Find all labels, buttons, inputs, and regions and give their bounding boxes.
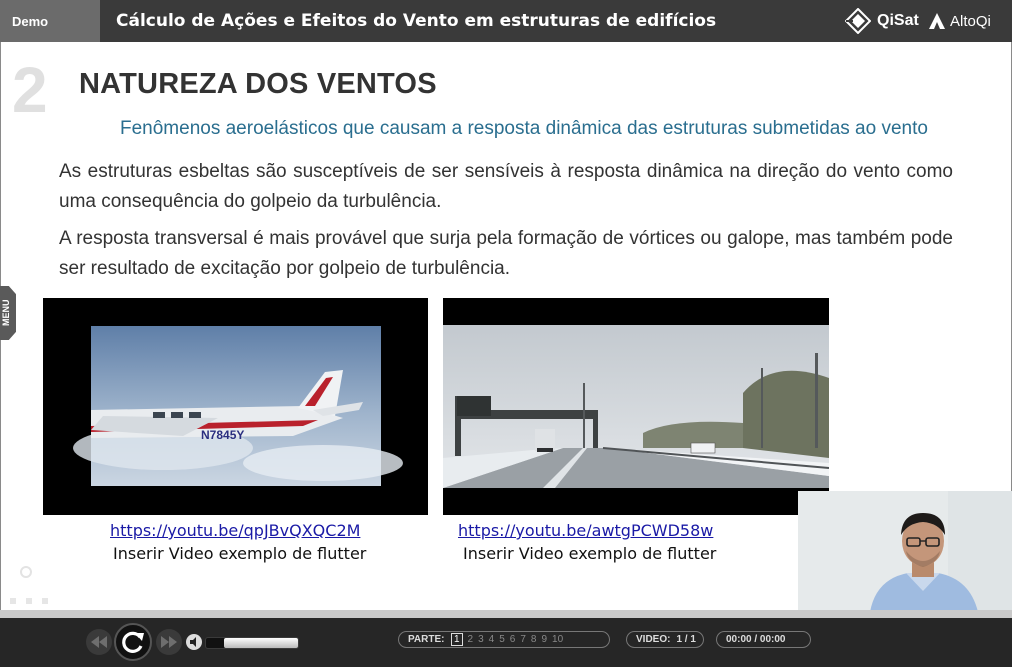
paragraph-2: A resposta transversal é mais provável q…: [59, 228, 953, 279]
qisat-logo: QiSat: [845, 8, 919, 34]
fast-forward-icon: [161, 636, 177, 648]
video-counter-value: 1 / 1: [676, 634, 696, 645]
video-thumbnail-highway[interactable]: [443, 298, 829, 515]
part-button-2[interactable]: 2: [468, 634, 474, 645]
part-button-1[interactable]: 1: [450, 633, 463, 646]
part-selector: PARTE: 1 2 3 4 5 6 7 8 9 10: [398, 631, 610, 648]
video-caption-1: Inserir Video exemplo de flutter: [113, 544, 367, 563]
video-thumbnail-airplane[interactable]: N7845Y: [43, 298, 428, 515]
altoqi-logo-text: AltoQi: [950, 12, 991, 30]
part-button-10[interactable]: 10: [552, 634, 563, 645]
video-link-2[interactable]: https://youtu.be/awtgPCWD58w: [458, 521, 713, 540]
part-button-5[interactable]: 5: [499, 634, 505, 645]
next-button[interactable]: [156, 629, 182, 655]
presenter-image: [798, 491, 1012, 612]
altoqi-logo-icon: [929, 13, 945, 29]
volume-slider[interactable]: [205, 637, 299, 649]
replay-icon: [122, 631, 144, 653]
replay-button[interactable]: [114, 623, 152, 661]
menu-label: MENU: [1, 299, 11, 327]
demo-label: Demo: [0, 0, 100, 42]
paragraph-1: As estruturas esbeltas são susceptíveis …: [59, 161, 953, 212]
highway-scene: [443, 325, 829, 488]
video-counter: VIDEO: 1 / 1: [626, 631, 704, 648]
part-label: PARTE:: [408, 634, 445, 645]
slide-title: NATUREZA DOS VENTOS: [79, 68, 437, 100]
part-button-8[interactable]: 8: [531, 634, 537, 645]
faint-overlay-icons: [10, 566, 48, 604]
time-value: 00:00 / 00:00: [726, 634, 786, 645]
rewind-icon: [91, 636, 107, 648]
progress-strip: [0, 610, 1012, 618]
part-button-9[interactable]: 9: [541, 634, 547, 645]
previous-button[interactable]: [86, 629, 112, 655]
video-counter-label: VIDEO:: [636, 634, 671, 645]
part-button-4[interactable]: 4: [489, 634, 495, 645]
qisat-logo-icon: [845, 8, 871, 34]
part-button-7[interactable]: 7: [520, 634, 526, 645]
side-menu-tab[interactable]: MENU: [0, 286, 16, 340]
course-title: Cálculo de Ações e Efeitos do Vento em e…: [116, 11, 717, 31]
volume-button[interactable]: [184, 633, 204, 651]
airplane-scene: N7845Y: [73, 326, 403, 486]
part-button-3[interactable]: 3: [478, 634, 484, 645]
slide-subtitle: Fenômenos aeroelásticos que causam a res…: [120, 118, 928, 139]
qisat-logo-text: QiSat: [877, 12, 919, 29]
top-bar: Demo Cálculo de Ações e Efeitos do Vento…: [0, 0, 1012, 42]
volume-level: [224, 638, 298, 648]
part-button-6[interactable]: 6: [510, 634, 516, 645]
altoqi-logo: AltoQi: [928, 8, 991, 34]
slide-number: 2: [12, 54, 48, 126]
time-display: 00:00 / 00:00: [716, 631, 811, 648]
speaker-icon: [186, 634, 202, 650]
player-control-bar: PARTE: 1 2 3 4 5 6 7 8 9 10 VIDEO: 1 / 1 00:00 / …: [0, 618, 1012, 667]
part-list: 1 2 3 4 5 6 7 8 9 10: [448, 633, 565, 646]
plane-registration-text: N7845Y: [201, 428, 244, 442]
presenter-webcam: [798, 491, 1012, 612]
video-link-1[interactable]: https://youtu.be/qpJBvQXQC2M: [110, 521, 360, 540]
video-caption-2: Inserir Video exemplo de flutter: [463, 544, 717, 563]
